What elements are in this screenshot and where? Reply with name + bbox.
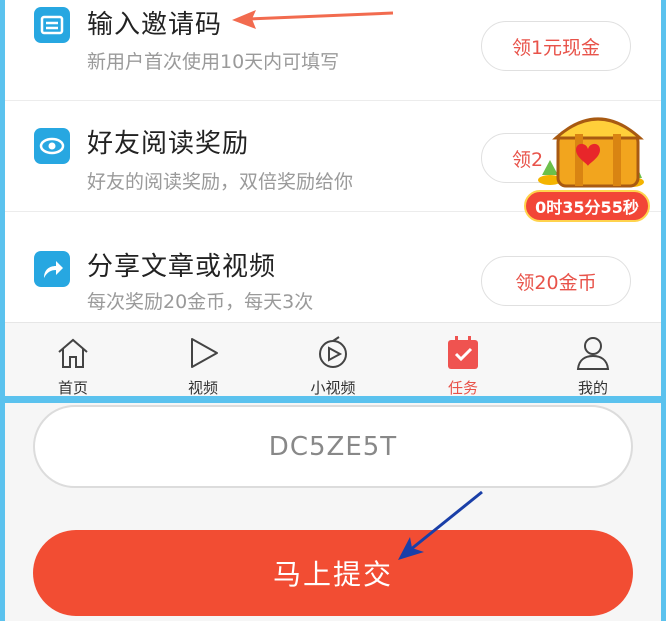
submit-button[interactable]: 马上提交 <box>33 530 633 616</box>
tab-profile[interactable]: 我的 <box>543 323 643 396</box>
tab-label: 视频 <box>187 379 218 396</box>
task-item-share[interactable]: 分享文章或视频 每次奖励20金币，每天3次 领20金币 <box>5 221 661 331</box>
task-item-invite-code[interactable]: 输入邀请码 新用户首次使用10天内可填写 领1元现金 <box>5 0 661 101</box>
calendar-check-icon <box>448 336 478 369</box>
ticket-icon <box>34 7 70 43</box>
share-icon <box>34 251 70 287</box>
invite-code-panel: DC5ZE5T 马上提交 <box>5 403 661 621</box>
tab-label: 我的 <box>577 379 608 396</box>
task-title: 好友阅读奖励 <box>87 129 250 159</box>
home-icon <box>58 338 88 368</box>
invite-code-input[interactable]: DC5ZE5T <box>33 405 633 488</box>
tab-label: 首页 <box>57 379 88 396</box>
tab-short-video[interactable]: 小视频 <box>283 323 383 396</box>
treasure-chest-widget[interactable]: 0时35分55秒 <box>520 100 661 230</box>
bottom-tab-bar: 首页 视频 小视频 任务 我的 <box>5 322 661 396</box>
tab-video[interactable]: 视频 <box>153 323 253 396</box>
task-subtitle: 每次奖励20金币，每天3次 <box>87 291 314 313</box>
task-title: 分享文章或视频 <box>87 252 277 282</box>
treasure-chest-icon <box>538 117 644 188</box>
task-title: 输入邀请码 <box>87 10 223 40</box>
tab-home[interactable]: 首页 <box>23 323 123 396</box>
task-subtitle: 新用户首次使用10天内可填写 <box>87 51 340 73</box>
tab-tasks[interactable]: 任务 <box>413 323 513 396</box>
chest-countdown-timer: 0时35分55秒 <box>524 190 650 222</box>
play-icon <box>191 338 218 368</box>
task-subtitle: 好友的阅读奖励，双倍奖励给你 <box>87 171 354 193</box>
claim-coins-button[interactable]: 领20金币 <box>481 256 631 306</box>
task-panel: 输入邀请码 新用户首次使用10天内可填写 领1元现金 好友阅读奖励 好友的阅读奖… <box>5 0 661 396</box>
eye-icon <box>34 128 70 164</box>
user-icon <box>576 337 610 370</box>
short-video-icon <box>319 336 347 368</box>
tab-label: 任务 <box>447 379 478 396</box>
tab-label: 小视频 <box>310 379 356 396</box>
claim-cash-button[interactable]: 领1元现金 <box>481 21 631 71</box>
